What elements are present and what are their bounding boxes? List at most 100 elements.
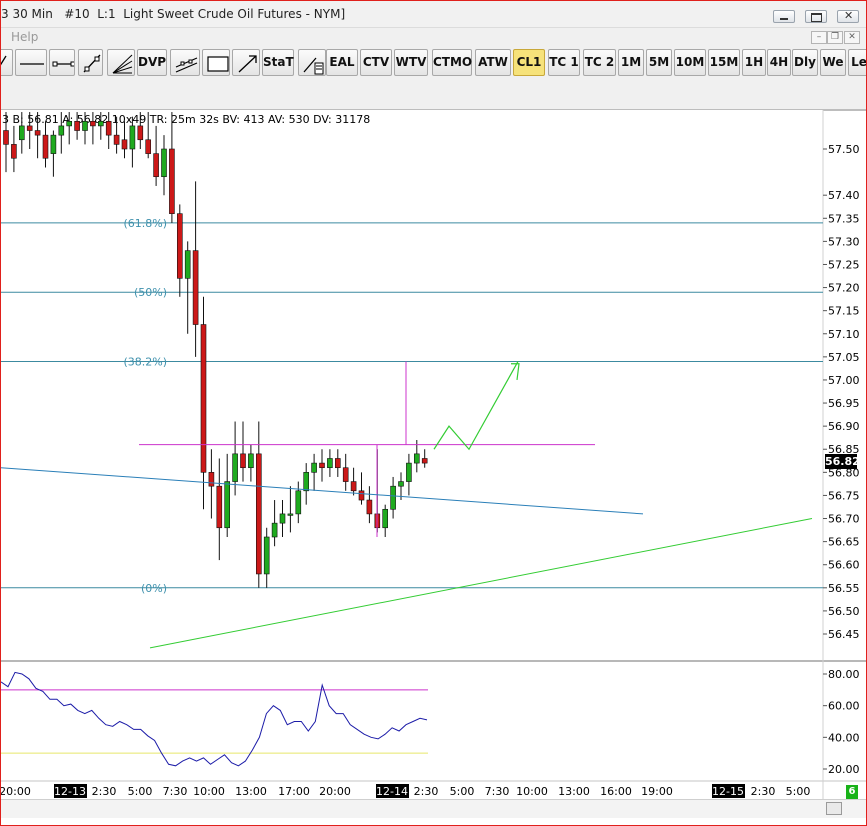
y-tick-label: 57.00 xyxy=(828,374,860,387)
scroll-right-button[interactable] xyxy=(826,802,842,815)
candle-body xyxy=(256,453,262,575)
current-price-label: 56.82 xyxy=(825,454,860,469)
candle-body xyxy=(390,485,396,510)
horizontal-scrollbar[interactable]: 6 xyxy=(1,785,866,818)
candle-body xyxy=(279,513,286,524)
x-tick-label: 5:00 xyxy=(786,785,811,798)
x-tick-label: 7:30 xyxy=(163,785,188,798)
candle-body xyxy=(382,508,389,529)
y-tick-label: 57.30 xyxy=(828,235,860,248)
y-tick-label: 56.55 xyxy=(828,582,860,595)
x-tick-label: 12-15 xyxy=(712,785,744,798)
x-tick-label: 20:00 xyxy=(319,785,351,798)
y-tick-label: 56.70 xyxy=(828,513,860,526)
candle-body xyxy=(311,462,317,473)
candle-body xyxy=(248,453,254,469)
x-tick-label: 17:00 xyxy=(278,785,310,798)
candle-body xyxy=(263,536,270,575)
fib-level-label: (61.8%) xyxy=(123,217,167,230)
candle-body xyxy=(303,472,310,492)
candle-body xyxy=(50,134,57,154)
candle-body xyxy=(271,522,278,538)
scroll-badge: 6 xyxy=(846,785,858,799)
y-tick-label: 56.75 xyxy=(828,489,860,502)
y-tick-label: 56.60 xyxy=(828,559,860,572)
candle-body xyxy=(3,130,9,145)
x-tick-label: 13:00 xyxy=(558,785,590,798)
x-tick-label: 19:00 xyxy=(641,785,673,798)
x-tick-label: 7:30 xyxy=(485,785,510,798)
candle-body xyxy=(34,130,41,136)
y-tick-label: 57.15 xyxy=(828,305,860,318)
candle-body xyxy=(42,134,49,159)
y-tick-label: 57.40 xyxy=(828,189,860,202)
candle-body xyxy=(192,250,199,325)
candle-body xyxy=(224,481,230,529)
y-tick-label: 57.20 xyxy=(828,282,860,295)
candle-body xyxy=(287,513,294,516)
candle-body xyxy=(413,453,420,464)
price-chart[interactable]: 3 B: 56.81 A: 56.82 10x49 TR: 25m 32s BV… xyxy=(1,1,866,799)
x-tick-label: 2:30 xyxy=(92,785,117,798)
x-tick-label: 12-14 xyxy=(376,785,408,798)
candle-body xyxy=(169,148,175,214)
candle-body xyxy=(161,148,167,178)
candle-body xyxy=(200,324,207,473)
chart-window: 3 30 Min #10 L:1 Light Sweet Crude Oil F… xyxy=(0,0,867,826)
candle-body xyxy=(184,250,191,279)
y-tick-label: 56.65 xyxy=(828,536,860,549)
indicator-tick-label: 40.00 xyxy=(828,731,860,744)
y-tick-label: 56.95 xyxy=(828,397,860,410)
candle-body xyxy=(145,139,151,154)
y-tick-label: 56.50 xyxy=(828,605,860,618)
candle-body xyxy=(98,120,104,127)
y-tick-label: 57.50 xyxy=(828,143,860,156)
candle-body xyxy=(121,139,128,150)
candle-body xyxy=(105,120,112,136)
candle-body xyxy=(58,125,65,136)
x-tick-label: 2:30 xyxy=(751,785,776,798)
x-tick-label: 5:00 xyxy=(450,785,475,798)
candle-body xyxy=(82,120,88,131)
candle-body xyxy=(350,481,357,492)
candle-body xyxy=(406,462,412,482)
indicator-tick-label: 60.00 xyxy=(828,700,860,713)
candle-body xyxy=(232,453,238,482)
candle-body xyxy=(216,485,223,529)
y-tick-label: 57.25 xyxy=(828,258,860,271)
x-tick-label: 12-13 xyxy=(54,785,86,798)
x-tick-label: 2:30 xyxy=(414,785,439,798)
candle-body xyxy=(113,134,120,145)
fib-level-label: (50%) xyxy=(134,286,167,299)
candle-body xyxy=(153,153,159,178)
candle-body xyxy=(177,213,183,279)
candle-body xyxy=(327,458,333,469)
x-tick-label: 5:00 xyxy=(128,785,153,798)
candle-body xyxy=(26,125,33,131)
y-tick-label: 57.05 xyxy=(828,351,860,364)
y-tick-label: 56.90 xyxy=(828,420,860,433)
x-tick-label: 20:00 xyxy=(1,785,31,798)
candle-body xyxy=(74,120,80,131)
y-tick-label: 57.35 xyxy=(828,212,860,225)
candle-body xyxy=(240,453,246,469)
price-panel xyxy=(1,110,823,661)
y-tick-label: 57.10 xyxy=(828,328,860,341)
x-tick-label: 10:00 xyxy=(193,785,225,798)
x-tick-label: 16:00 xyxy=(600,785,632,798)
candle-body xyxy=(421,458,428,464)
candle-body xyxy=(366,499,373,515)
candle-body xyxy=(208,472,215,487)
candle-body xyxy=(398,481,404,487)
fib-level-label: (38.2%) xyxy=(123,355,167,368)
candle-body xyxy=(334,458,341,469)
candle-body xyxy=(18,125,25,141)
x-tick-label: 13:00 xyxy=(235,785,267,798)
candle-body xyxy=(137,125,144,141)
candle-body xyxy=(11,144,17,159)
fib-level-label: (0%) xyxy=(141,582,167,595)
x-tick-label: 10:00 xyxy=(516,785,548,798)
candle-body xyxy=(66,120,72,127)
y-tick-label: 56.45 xyxy=(828,628,860,641)
candle-body xyxy=(342,467,349,482)
